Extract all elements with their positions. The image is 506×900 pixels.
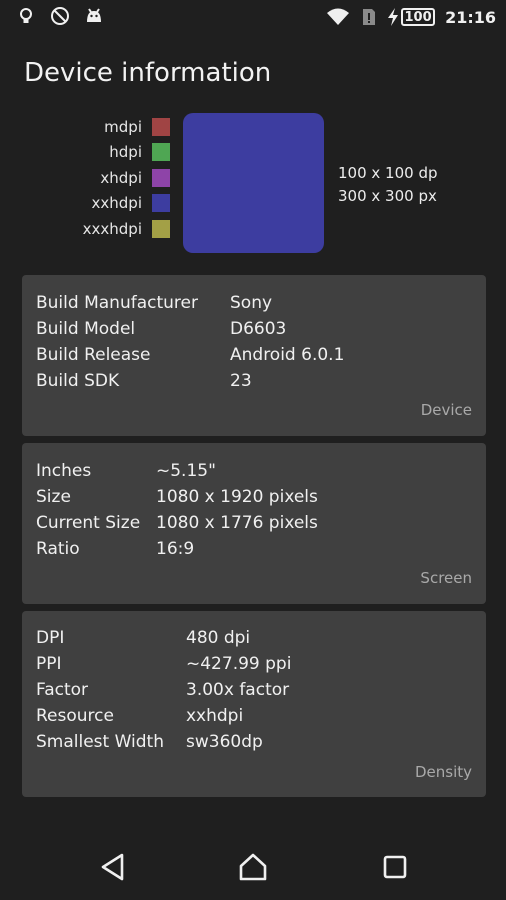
info-key: DPI bbox=[36, 628, 65, 648]
screen-card: Inches ~5.15" Size 1080 x 1920 pixels Cu… bbox=[22, 443, 486, 604]
info-value: Sony bbox=[230, 293, 273, 313]
recents-icon[interactable] bbox=[380, 852, 410, 882]
info-key: PPI bbox=[36, 654, 62, 674]
navigation-bar bbox=[0, 834, 506, 900]
density-swatch bbox=[152, 168, 170, 187]
charging-icon bbox=[388, 8, 399, 26]
no-sim-icon bbox=[363, 9, 376, 25]
info-value: 480 dpi bbox=[186, 628, 251, 648]
sample-size-text: 100 x 100 dp 300 x 300 px bbox=[338, 162, 438, 208]
no-location-icon bbox=[51, 7, 69, 25]
info-value: 23 bbox=[230, 371, 252, 391]
density-label: xxxhdpi bbox=[82, 219, 142, 238]
info-value: 1080 x 1920 pixels bbox=[156, 487, 318, 507]
density-row: xxhdpi bbox=[60, 191, 170, 217]
info-value: xxhdpi bbox=[186, 706, 244, 726]
status-bar: 100 21:16 bbox=[0, 0, 506, 36]
home-icon[interactable] bbox=[238, 852, 268, 882]
page-title: Device information bbox=[24, 58, 272, 88]
density-row: mdpi bbox=[60, 114, 170, 140]
info-key: Smallest Width bbox=[36, 732, 164, 752]
info-key: Resource bbox=[36, 706, 114, 726]
info-value: 16:9 bbox=[156, 539, 195, 559]
density-row: xhdpi bbox=[60, 165, 170, 191]
density-row: xxxhdpi bbox=[60, 216, 170, 242]
info-key: Factor bbox=[36, 680, 89, 700]
info-value: Android 6.0.1 bbox=[230, 345, 345, 365]
wifi-icon bbox=[327, 8, 350, 25]
density-swatch bbox=[152, 219, 170, 238]
battery-indicator: 100 bbox=[401, 8, 436, 26]
density-label: mdpi bbox=[104, 117, 142, 136]
card-tag: Screen bbox=[420, 569, 472, 587]
density-label: xhdpi bbox=[100, 168, 142, 187]
density-legend: mdpi hdpi xhdpi xxhdpi xxxhdpi bbox=[60, 114, 170, 242]
device-card: Build Manufacturer Sony Build Model D660… bbox=[22, 275, 486, 436]
info-key: Build Model bbox=[36, 319, 136, 339]
info-key: Ratio bbox=[36, 539, 80, 559]
density-label: xxhdpi bbox=[91, 194, 142, 213]
density-sample-square bbox=[183, 113, 324, 253]
density-label: hdpi bbox=[109, 143, 142, 162]
info-value: 1080 x 1776 pixels bbox=[156, 513, 318, 533]
info-key: Current Size bbox=[36, 513, 141, 533]
info-key: Build Manufacturer bbox=[36, 293, 198, 313]
info-value: 3.00x factor bbox=[186, 680, 290, 700]
clock: 21:16 bbox=[445, 7, 496, 27]
info-value: ~5.15" bbox=[156, 461, 216, 481]
info-key: Build Release bbox=[36, 345, 151, 365]
info-key: Build SDK bbox=[36, 371, 120, 391]
info-value: ~427.99 ppi bbox=[186, 654, 292, 674]
back-icon[interactable] bbox=[98, 852, 128, 882]
info-value: D6603 bbox=[230, 319, 287, 339]
info-value: sw360dp bbox=[186, 732, 263, 752]
density-swatch bbox=[152, 143, 170, 162]
density-swatch bbox=[152, 117, 170, 136]
card-tag: Device bbox=[420, 401, 472, 419]
sample-px: 300 x 300 px bbox=[338, 187, 437, 205]
density-row: hdpi bbox=[60, 140, 170, 166]
density-card: DPI 480 dpi PPI ~427.99 ppi Factor 3.00x… bbox=[22, 611, 486, 797]
sample-dp: 100 x 100 dp bbox=[338, 164, 438, 182]
card-tag: Density bbox=[414, 763, 472, 781]
info-key: Inches bbox=[36, 461, 92, 481]
density-swatch bbox=[152, 194, 170, 213]
info-key: Size bbox=[36, 487, 71, 507]
android-icon bbox=[87, 8, 101, 22]
lightbulb-icon bbox=[20, 8, 32, 23]
